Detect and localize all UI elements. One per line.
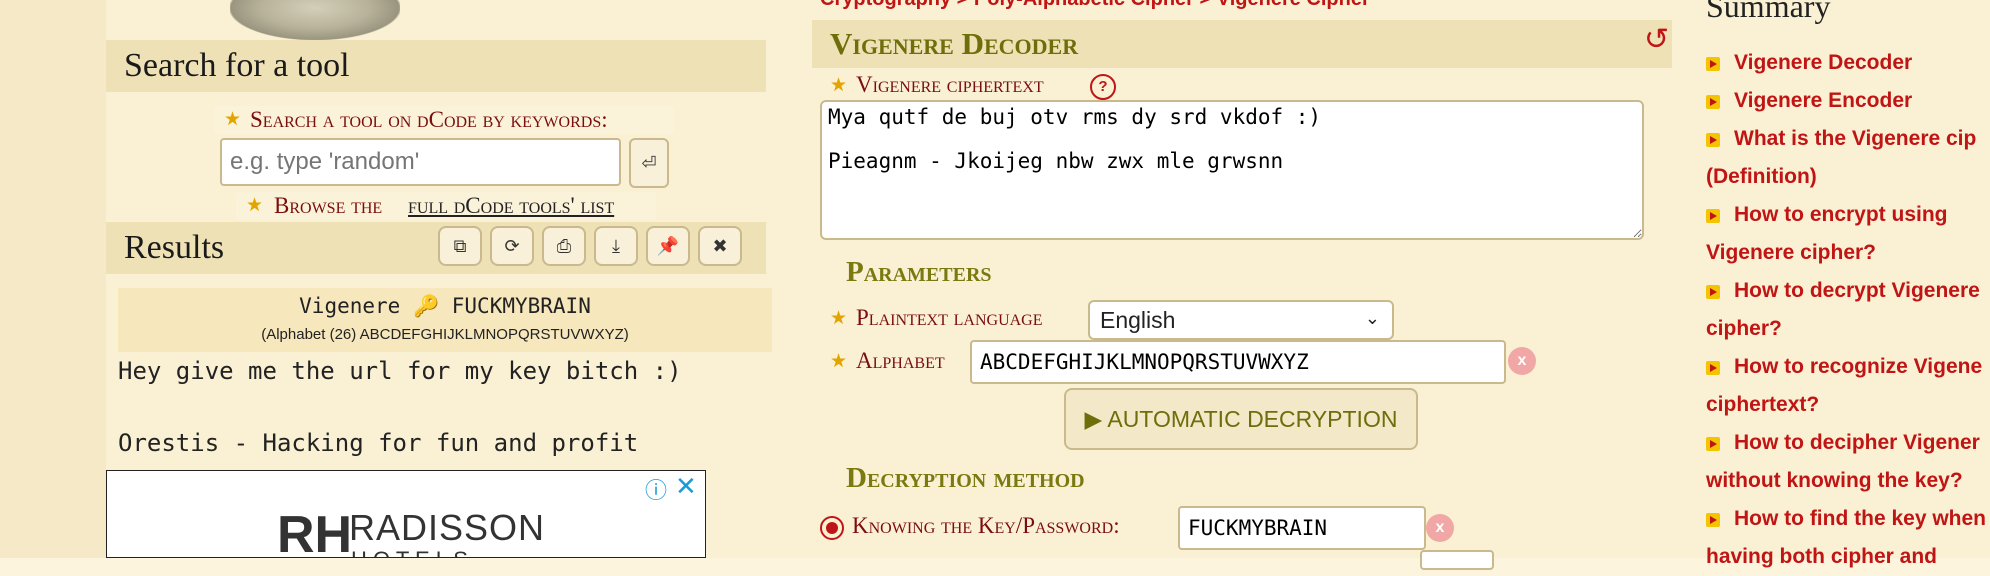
summary-item-vigenere-decoder[interactable]: Vigenere Decoder (1706, 44, 1990, 82)
alphabet-label: Alphabet (856, 348, 945, 373)
search-tool-heading: Search for a tool (106, 40, 766, 92)
key-input[interactable] (1178, 506, 1426, 550)
alphabet-input[interactable] (970, 340, 1506, 384)
star-icon: ★ (830, 308, 848, 329)
knowing-key-radio[interactable] (820, 516, 844, 540)
automatic-decryption-button[interactable]: ▶ AUTOMATIC DECRYPTION (1064, 388, 1418, 450)
help-icon[interactable]: ? (1090, 74, 1116, 100)
search-label-row: ★ Search a tool on dCode by keywords: (214, 106, 674, 134)
result-output-line2: Orestis - Hacking for fun and profit (118, 429, 639, 457)
left-gutter (0, 0, 106, 558)
arrow-right-icon (1706, 437, 1720, 451)
star-icon: ★ (246, 195, 264, 216)
ad-subtitle: H O T E L S (351, 547, 468, 557)
summary-item-decipher-no-key-cont[interactable]: without knowing the key? (1706, 462, 1990, 500)
summary-item-recognize[interactable]: How to recognize Vigene (1706, 348, 1990, 386)
summary-heading: Summary (1706, 0, 1831, 24)
plaintext-language-label: Plaintext language (856, 305, 1043, 330)
refresh-icon: ⟳ (504, 235, 520, 256)
secondary-input[interactable] (1420, 550, 1494, 570)
arrow-right-icon (1706, 361, 1720, 375)
header-rock-image (230, 0, 400, 40)
summary-item-recognize-cont[interactable]: ciphertext? (1706, 386, 1990, 424)
ciphertext-label-row: ★ Vigenere ciphertext ? (830, 72, 1130, 100)
decoder-title-bar: Vigenere Decoder ↺ (812, 20, 1672, 68)
arrow-right-icon (1706, 95, 1720, 109)
summary-item-find-key-cont[interactable]: having both cipher and (1706, 538, 1990, 576)
chevron-down-icon: ⌄ (1364, 308, 1380, 328)
summary-item-decipher-no-key[interactable]: How to decipher Vigener (1706, 424, 1990, 462)
decryption-method-heading: Decryption method (846, 462, 1085, 494)
results-toolbar: ⧉ ⟳ ⎙ ⤓ 📌 ✖ (438, 226, 742, 266)
result-alphabet: (Alphabet (26) ABCDEFGHIJKLMNOPQRSTUVWXY… (261, 326, 629, 343)
ad-close-icon[interactable]: ✕ (675, 471, 697, 502)
summary-item-decrypt[interactable]: How to decrypt Vigenere (1706, 272, 1990, 310)
arrow-right-icon (1706, 133, 1720, 147)
plaintext-language-select[interactable]: English ⌄ (1088, 300, 1394, 340)
enter-icon: ⏎ (641, 152, 657, 173)
summary-item-vigenere-encoder[interactable]: Vigenere Encoder (1706, 82, 1990, 120)
summary-item-definition[interactable]: What is the Vigenere cip (1706, 120, 1990, 158)
reset-icon[interactable]: ↺ (1644, 22, 1669, 57)
key-icon: 🔑 (412, 294, 452, 318)
clear-alphabet-button[interactable]: x (1508, 347, 1536, 375)
reload-button[interactable]: ⟳ (490, 226, 534, 266)
result-header-box: Vigenere 🔑 FUCKMYBRAIN (Alphabet (26) AB… (118, 288, 772, 352)
search-input[interactable] (220, 138, 621, 186)
summary-item-find-key[interactable]: How to find the key when (1706, 500, 1990, 538)
result-cipher-name: Vigenere (299, 294, 401, 318)
arrow-right-icon (1706, 57, 1720, 71)
pin-button[interactable]: 📌 (646, 226, 690, 266)
summary-item-encrypt-cont[interactable]: Vigenere cipher? (1706, 234, 1990, 272)
star-icon: ★ (224, 109, 242, 130)
advertisement[interactable]: ⓘ ✕ RH RADISSON H O T E L S (106, 470, 706, 558)
copy-button[interactable]: ⧉ (438, 226, 482, 266)
star-icon: ★ (830, 351, 848, 372)
ad-logo: RH (277, 506, 353, 558)
download-icon: ⤓ (612, 235, 620, 256)
summary-item-encrypt[interactable]: How to encrypt using (1706, 196, 1990, 234)
panel-title: Vigenere Decoder (830, 26, 1079, 61)
arrow-right-icon (1706, 209, 1720, 223)
summary-list: Vigenere Decoder Vigenere Encoder What i… (1706, 44, 1990, 576)
search-submit-button[interactable]: ⏎ (629, 138, 669, 188)
summary-item-decrypt-cont[interactable]: cipher? (1706, 310, 1990, 348)
pin-icon: 📌 (656, 235, 680, 256)
close-results-button[interactable]: ✖ (698, 226, 742, 266)
result-title-line: Vigenere 🔑 FUCKMYBRAIN (118, 294, 772, 319)
result-output-line1: Hey give me the url for my key bitch :) (118, 357, 682, 385)
copy-icon: ⧉ (453, 235, 467, 256)
plaintext-language-row: ★ Plaintext language (830, 305, 1080, 333)
ciphertext-textarea[interactable] (820, 100, 1644, 240)
search-label: Search a tool on dCode by keywords: (250, 107, 608, 132)
close-icon: x (1435, 519, 1445, 536)
parameters-heading: Parameters (846, 256, 992, 288)
arrow-right-icon (1706, 285, 1720, 299)
ad-brand: RADISSON (349, 507, 546, 548)
download-button[interactable]: ⤓ (594, 226, 638, 266)
ciphertext-label: Vigenere ciphertext (856, 72, 1044, 97)
arrow-right-icon (1706, 513, 1720, 527)
browse-tools-link[interactable]: full dCode tools' list (408, 193, 614, 219)
close-icon: ✖ (712, 235, 728, 256)
summary-item-definition-cont[interactable]: (Definition) (1706, 158, 1990, 196)
clear-key-button[interactable]: x (1426, 514, 1454, 542)
ad-info-icon[interactable]: ⓘ (645, 473, 667, 505)
radio-dot (826, 522, 838, 534)
browse-row: ★ Browse the full dCode tools' list (236, 192, 656, 220)
print-icon: ⎙ (556, 235, 572, 256)
knowing-key-label: Knowing the Key/Password: (852, 513, 1120, 538)
breadcrumb[interactable]: Cryptography > Poly-Alphabetic Cipher > … (820, 0, 1370, 11)
alphabet-row: ★ Alphabet (830, 348, 970, 376)
close-icon: x (1517, 352, 1527, 369)
result-key: FUCKMYBRAIN (451, 294, 591, 318)
star-icon: ★ (830, 75, 848, 96)
browse-prefix: Browse the (274, 193, 383, 218)
print-button[interactable]: ⎙ (542, 226, 586, 266)
plaintext-language-value: English (1100, 307, 1176, 333)
